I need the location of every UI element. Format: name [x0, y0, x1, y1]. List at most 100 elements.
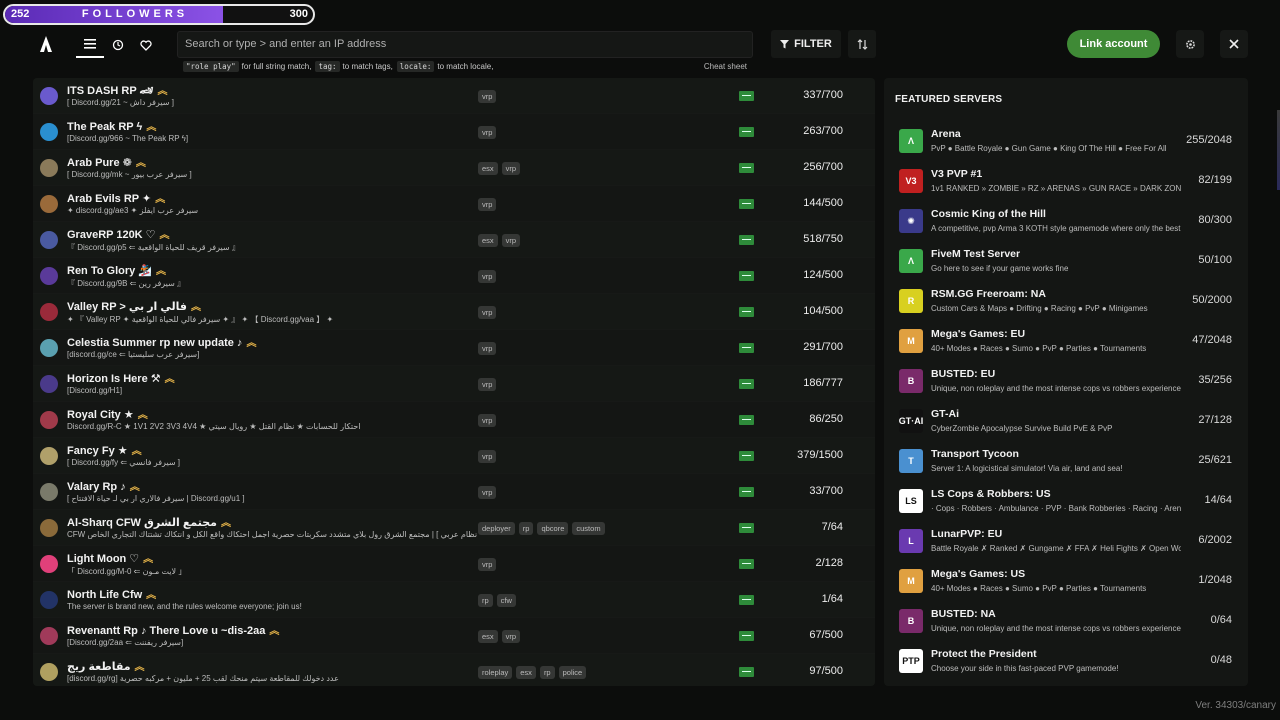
server-tag[interactable]: vrp — [478, 270, 497, 283]
server-tag[interactable]: vrp — [501, 162, 521, 175]
server-tag[interactable]: vrp — [478, 306, 497, 319]
server-tag[interactable]: vrp — [478, 90, 497, 103]
sort-button[interactable] — [848, 30, 876, 58]
server-row[interactable]: Royal City ★ ︽ Discord.gg/R-C ★ 1V1 2V2 3V… — [33, 402, 875, 438]
server-tag[interactable]: rp — [539, 666, 555, 679]
settings-button[interactable] — [1176, 30, 1204, 58]
featured-server-description: Go here to see if your game works fine — [931, 264, 1069, 273]
server-row[interactable]: Valary Rp ♪ ︽[ سيرفر فالاري ار بي لـ حياة… — [33, 474, 875, 510]
featured-server-item[interactable]: V3 V3 PVP #1 1v1 RANKED » ZOMBIE » RZ » AR… — [884, 160, 1248, 200]
server-name: مقاطعة ريج ︽ — [67, 661, 145, 673]
featured-player-count: 14/64 — [1204, 494, 1232, 506]
server-tag[interactable]: esx — [478, 162, 498, 175]
server-row[interactable]: Arab Pure ❁ ︽[ Discord.gg/mk ~ سيرفر عرب … — [33, 150, 875, 186]
featured-server-description: Unique, non roleplay and the most intens… — [931, 624, 1181, 633]
server-row[interactable]: ITS DASH RP 🏎 ︽[ Discord.gg/21 ~ سيرفر دا… — [33, 78, 875, 114]
history-icon[interactable] — [104, 32, 132, 58]
hint-code-tag: tag: — [315, 61, 340, 72]
server-row[interactable]: Light Moon ♡ ︽ 「 Discord.gg/M-0 ⇐ لايت مـو… — [33, 546, 875, 582]
server-row[interactable]: The Peak RP ϟ ︽ [Discord.gg/966 ~ The Peak… — [33, 114, 875, 150]
player-count: 518/750 — [803, 233, 843, 245]
fivem-logo-icon[interactable] — [37, 35, 55, 53]
server-tag[interactable]: roleplay — [478, 666, 513, 679]
server-tag[interactable]: esx — [478, 234, 498, 247]
server-avatar — [40, 123, 58, 141]
server-name: The Peak RP ϟ ︽ — [67, 121, 157, 133]
filter-button[interactable]: FILTER — [771, 30, 841, 58]
server-tag[interactable]: rp — [518, 522, 534, 535]
featured-server-item[interactable]: Λ FiveM Test Server Go here to see if your… — [884, 240, 1248, 280]
featured-server-item[interactable]: ✺ Cosmic King of the Hill A competitive, p… — [884, 200, 1248, 240]
server-tag[interactable]: police — [558, 666, 587, 679]
server-name: Light Moon ♡ ︽ — [67, 553, 154, 565]
servers-list-icon[interactable] — [76, 32, 104, 58]
server-tag[interactable]: vrp — [501, 630, 521, 643]
server-name: Arab Pure ❁ ︽ — [67, 157, 146, 169]
server-tag[interactable]: custom — [572, 522, 605, 535]
featured-server-item[interactable]: B BUSTED: NA Unique, non roleplay and the … — [884, 600, 1248, 640]
featured-server-name: RSM.GG Freeroam: NA — [931, 288, 1046, 300]
server-avatar — [40, 195, 58, 213]
server-row[interactable]: Fancy Fy ★ ︽[ Discord.gg/fy ⇐ سيرفر فانسي… — [33, 438, 875, 474]
server-tag[interactable]: vrp — [478, 414, 497, 427]
server-tag[interactable]: deployer — [478, 522, 515, 535]
featured-server-item[interactable]: L LunarPVP: EU Battle Royale ✗ Ranked ✗ Gu… — [884, 520, 1248, 560]
server-tag[interactable]: vrp — [478, 198, 497, 211]
server-tag[interactable]: vrp — [478, 378, 497, 391]
featured-server-item[interactable]: T Transport Tycoon Server 1: A logicistica… — [884, 440, 1248, 480]
server-tag[interactable]: rp — [478, 594, 493, 607]
server-row[interactable]: Arab Evils RP ✦ ︽ ✦ discord.gg/ae3 ✦ سيرفر… — [33, 186, 875, 222]
server-description: Discord.gg/R-C ★ 1V1 2V2 3V3 4V4 ★ احتكا… — [67, 422, 361, 431]
featured-server-name: Transport Tycoon — [931, 448, 1019, 460]
server-row[interactable]: Valley RP > فالي ار بي ︽ ✦ 『 Valley RP ✦ س… — [33, 294, 875, 330]
server-avatar — [40, 87, 58, 105]
server-list[interactable]: ITS DASH RP 🏎 ︽[ Discord.gg/21 ~ سيرفر دا… — [33, 78, 875, 686]
boost-chevron-icon: ︽ — [156, 266, 166, 277]
featured-player-count: 0/64 — [1210, 614, 1232, 626]
server-row[interactable]: Ren To Glory 🏂 ︽ 『 Discord.gg/9B ⇐ سيرفر ر… — [33, 258, 875, 294]
server-tag[interactable]: esx — [478, 630, 498, 643]
hint-code-locale: locale: — [396, 61, 435, 72]
server-tag[interactable]: vrp — [478, 486, 497, 499]
server-tag[interactable]: qbcore — [537, 522, 569, 535]
featured-server-item[interactable]: GT·AI GT-Ai CyberZombie Apocalypse Survive… — [884, 400, 1248, 440]
server-row[interactable]: مقاطعة ريج ︽ [discord.gg/rg] عدد دخولك للم… — [33, 654, 875, 686]
server-row[interactable]: Al-Sharq CFW مجتمع الشرق ︽ CFW نظام عربي ]… — [33, 510, 875, 546]
server-row[interactable]: GraveRP 120K ♡ ︽ 『 Discord.gg/p5 ⇐ سيرفر ق… — [33, 222, 875, 258]
server-tag[interactable]: vrp — [478, 342, 497, 355]
boost-chevron-icon: ︽ — [146, 590, 157, 601]
boost-chevron-icon: ︽ — [135, 158, 146, 169]
search-input[interactable]: Search or type > and enter an IP address — [177, 31, 753, 58]
server-tag[interactable]: vrp — [478, 450, 497, 463]
server-tag[interactable]: esx — [516, 666, 536, 679]
featured-server-item[interactable]: R RSM.GG Freeroam: NA Custom Cars & Maps ●… — [884, 280, 1248, 320]
boost-chevron-icon: ︽ — [134, 662, 145, 673]
link-account-button[interactable]: Link account — [1067, 30, 1160, 58]
player-count: 379/1500 — [797, 449, 843, 461]
close-button[interactable] — [1220, 30, 1248, 58]
featured-server-item[interactable]: PTP Protect the President Choose your side… — [884, 640, 1248, 680]
server-tag[interactable]: vrp — [478, 126, 497, 139]
featured-server-item[interactable]: M Mega's Games: EU 40+ Modes ● Races ● Sum… — [884, 320, 1248, 360]
featured-server-item[interactable]: B BUSTED: EU Unique, non roleplay and the … — [884, 360, 1248, 400]
server-row[interactable]: Celestia Summer rp new update ♪ ︽ [discord… — [33, 330, 875, 366]
followers-max: 300 — [289, 8, 308, 20]
server-description: [Discord.gg/966 ~ The Peak RP ϟ] — [67, 134, 189, 143]
player-count: 1/64 — [821, 593, 843, 605]
locale-flag-icon — [739, 415, 754, 425]
server-row[interactable]: Horizon Is Here ⚒ ︽ [Discord.gg/H1] vrp 186/… — [33, 366, 875, 402]
server-name: GraveRP 120K ♡ ︽ — [67, 229, 170, 241]
server-row[interactable]: North Life Cfw ︽ The server is brand new, … — [33, 582, 875, 618]
featured-server-item[interactable]: LS LS Cops & Robbers: US · Cops · Robbers … — [884, 480, 1248, 520]
featured-server-item[interactable]: M Mega's Games: US 40+ Modes ● Races ● Sum… — [884, 560, 1248, 600]
favorites-heart-icon[interactable] — [132, 32, 160, 58]
cheat-sheet-link[interactable]: Cheat sheet — [704, 62, 747, 71]
server-row[interactable]: Revenantt Rp ♪ There Love u ~dis-2aa ︽ [Di… — [33, 618, 875, 654]
player-count: 144/500 — [803, 197, 843, 209]
close-icon — [1229, 39, 1239, 49]
server-tag[interactable]: vrp — [478, 558, 497, 571]
server-tag[interactable]: vrp — [501, 234, 521, 247]
featured-server-item[interactable]: Λ Arena PvP ● Battle Royale ● Gun Game ● K… — [884, 120, 1248, 160]
server-tag[interactable]: cfw — [496, 594, 516, 607]
featured-server-icon: B — [899, 369, 923, 393]
